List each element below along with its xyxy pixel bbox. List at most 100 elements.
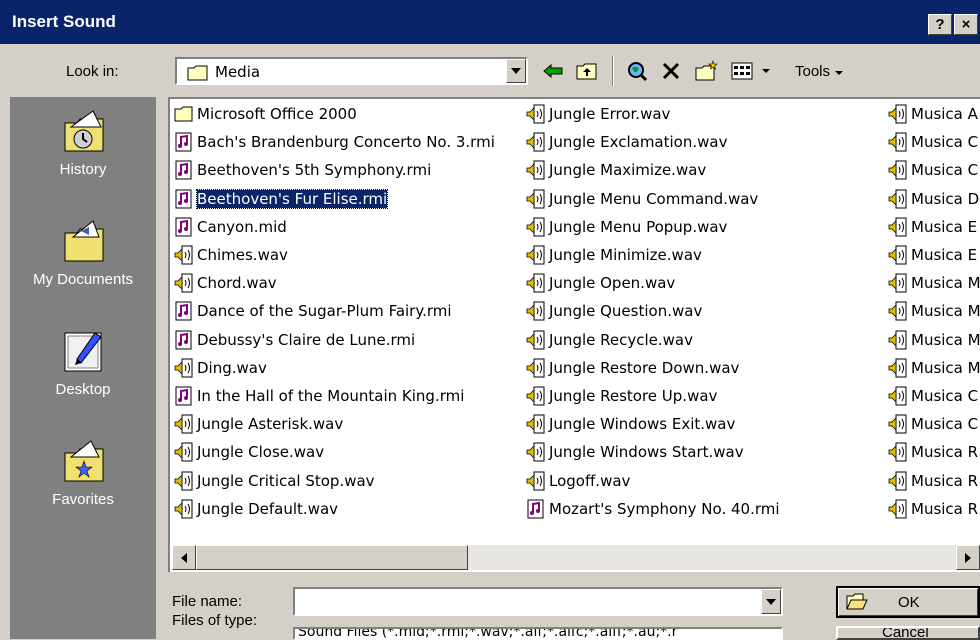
look-in-combo[interactable]: Media bbox=[175, 57, 528, 85]
file-list[interactable]: Microsoft Office 2000 Bach's Brandenburg … bbox=[168, 97, 980, 572]
search-web-icon bbox=[628, 62, 648, 82]
file-item[interactable]: Musica C bbox=[888, 130, 978, 154]
file-name: Jungle Windows Start.wav bbox=[549, 443, 744, 462]
cancel-label: Cancel bbox=[882, 626, 929, 640]
sound-file-icon bbox=[174, 414, 193, 434]
file-item[interactable]: Jungle Close.wav bbox=[174, 440, 324, 464]
new-folder-button[interactable] bbox=[692, 58, 722, 84]
place-my-documents[interactable]: My Documents bbox=[10, 207, 156, 317]
file-name: Dance of the Sugar-Plum Fairy.rmi bbox=[197, 302, 452, 321]
tools-menu[interactable]: Tools bbox=[795, 63, 844, 80]
sound-file-icon bbox=[526, 442, 545, 462]
sound-file-icon bbox=[888, 160, 907, 180]
file-item[interactable]: Jungle Menu Popup.wav bbox=[526, 215, 727, 239]
back-button[interactable] bbox=[538, 58, 568, 84]
file-item[interactable]: In the Hall of the Mountain King.rmi bbox=[174, 384, 464, 408]
scroll-left-button[interactable] bbox=[172, 545, 196, 570]
file-item[interactable]: Jungle Question.wav bbox=[526, 299, 702, 323]
sound-file-icon bbox=[888, 330, 907, 350]
sound-file-icon bbox=[526, 245, 545, 265]
file-name: In the Hall of the Mountain King.rmi bbox=[197, 387, 465, 405]
place-favorites[interactable]: Favorites bbox=[10, 427, 156, 537]
file-name: Jungle Question.wav bbox=[549, 302, 703, 321]
file-item[interactable]: Musica M bbox=[888, 356, 980, 380]
sound-file-icon bbox=[174, 442, 193, 462]
up-one-level-icon bbox=[576, 63, 597, 80]
midi-file-icon bbox=[175, 386, 192, 406]
file-item[interactable]: Jungle Minimize.wav bbox=[526, 243, 702, 267]
cancel-button[interactable]: Cancel bbox=[836, 626, 980, 640]
file-item[interactable]: Musica R bbox=[888, 469, 978, 493]
folder-icon bbox=[174, 106, 193, 122]
file-item[interactable]: Musica C bbox=[888, 158, 978, 182]
file-name: Musica M bbox=[911, 274, 980, 293]
favorites-icon bbox=[64, 440, 104, 482]
file-item[interactable]: Mozart's Symphony No. 40.rmi bbox=[526, 497, 780, 521]
file-item[interactable]: Musica R bbox=[888, 440, 978, 464]
file-item[interactable]: Debussy's Claire de Lune.rmi bbox=[174, 328, 415, 352]
file-item[interactable]: Musica M bbox=[888, 328, 980, 352]
file-item[interactable]: Musica A bbox=[888, 102, 978, 126]
file-item[interactable]: Logoff.wav bbox=[526, 469, 630, 493]
midi-file-icon bbox=[175, 217, 192, 237]
file-name: Jungle Error.wav bbox=[549, 105, 671, 123]
file-name: Musica C bbox=[911, 415, 979, 434]
ok-button[interactable]: OK bbox=[836, 586, 980, 618]
file-item[interactable]: Beethoven's 5th Symphony.rmi bbox=[174, 158, 431, 182]
place-desktop[interactable]: Desktop bbox=[10, 317, 156, 427]
file-name-combo[interactable] bbox=[293, 587, 783, 616]
file-item[interactable]: Jungle Windows Exit.wav bbox=[526, 412, 735, 436]
chevron-down-icon bbox=[766, 598, 776, 605]
title-bar[interactable]: Insert Sound ? × bbox=[0, 0, 980, 44]
file-name: Bach's Brandenburg Concerto No. 3.rmi bbox=[197, 133, 495, 152]
file-item[interactable]: Musica R bbox=[888, 497, 978, 521]
file-item[interactable]: Musica E bbox=[888, 243, 977, 267]
file-item[interactable]: Jungle Restore Down.wav bbox=[526, 356, 739, 380]
place-history[interactable]: History bbox=[10, 97, 156, 207]
file-item[interactable]: Jungle Error.wav bbox=[526, 102, 670, 126]
file-item[interactable]: Jungle Asterisk.wav bbox=[174, 412, 343, 436]
place-label: History bbox=[59, 161, 107, 178]
file-item[interactable]: Ding.wav bbox=[174, 356, 267, 380]
search-web-button[interactable] bbox=[622, 58, 652, 84]
file-item[interactable]: Musica D bbox=[888, 187, 979, 211]
delete-button[interactable] bbox=[656, 58, 686, 84]
file-item[interactable]: Jungle Critical Stop.wav bbox=[174, 469, 375, 493]
file-item[interactable]: Musica C bbox=[888, 384, 978, 408]
scroll-thumb[interactable] bbox=[196, 545, 468, 570]
help-button[interactable]: ? bbox=[928, 14, 952, 35]
look-in-value: Media bbox=[215, 63, 261, 81]
close-button[interactable]: × bbox=[954, 14, 978, 35]
file-name: Musica A bbox=[911, 105, 978, 123]
file-item[interactable]: Dance of the Sugar-Plum Fairy.rmi bbox=[174, 299, 452, 323]
file-item[interactable]: Musica E bbox=[888, 215, 977, 239]
file-item[interactable]: Jungle Menu Command.wav bbox=[526, 187, 758, 211]
file-item[interactable]: Jungle Default.wav bbox=[174, 497, 338, 521]
file-item[interactable]: Microsoft Office 2000 bbox=[174, 102, 357, 126]
file-item[interactable]: Jungle Restore Up.wav bbox=[526, 384, 717, 408]
file-item[interactable]: Canyon.mid bbox=[174, 215, 287, 239]
views-button[interactable] bbox=[728, 58, 774, 84]
file-name-dropdown-button[interactable] bbox=[761, 589, 781, 614]
file-item[interactable]: Jungle Recycle.wav bbox=[526, 328, 693, 352]
file-item[interactable]: Musica M bbox=[888, 271, 980, 295]
files-of-type-combo[interactable]: Sound Files (*.mid;*.rmi;*.wav;*.aif;*.a… bbox=[293, 627, 783, 640]
views-list-icon bbox=[731, 62, 753, 80]
file-item[interactable]: Jungle Exclamation.wav bbox=[526, 130, 727, 154]
file-item[interactable]: Chord.wav bbox=[174, 271, 277, 295]
sound-file-icon bbox=[888, 189, 907, 209]
scroll-right-button[interactable] bbox=[956, 545, 980, 570]
look-in-dropdown-button[interactable] bbox=[506, 59, 526, 83]
file-item[interactable]: Jungle Maximize.wav bbox=[526, 158, 706, 182]
file-name: Jungle Restore Down.wav bbox=[549, 358, 740, 377]
toolbar-separator bbox=[612, 56, 614, 86]
file-item[interactable]: Chimes.wav bbox=[174, 243, 288, 267]
horizontal-scrollbar[interactable] bbox=[172, 545, 980, 570]
file-item[interactable]: Jungle Open.wav bbox=[526, 271, 675, 295]
up-folder-button[interactable] bbox=[572, 58, 602, 84]
file-item[interactable]: Bach's Brandenburg Concerto No. 3.rmi bbox=[174, 130, 495, 154]
file-item[interactable]: Musica M bbox=[888, 299, 980, 323]
file-item[interactable]: Musica C bbox=[888, 412, 978, 436]
file-item[interactable]: Jungle Windows Start.wav bbox=[526, 440, 744, 464]
file-item[interactable]: Beethoven's Fur Elise.rmi bbox=[174, 187, 389, 211]
